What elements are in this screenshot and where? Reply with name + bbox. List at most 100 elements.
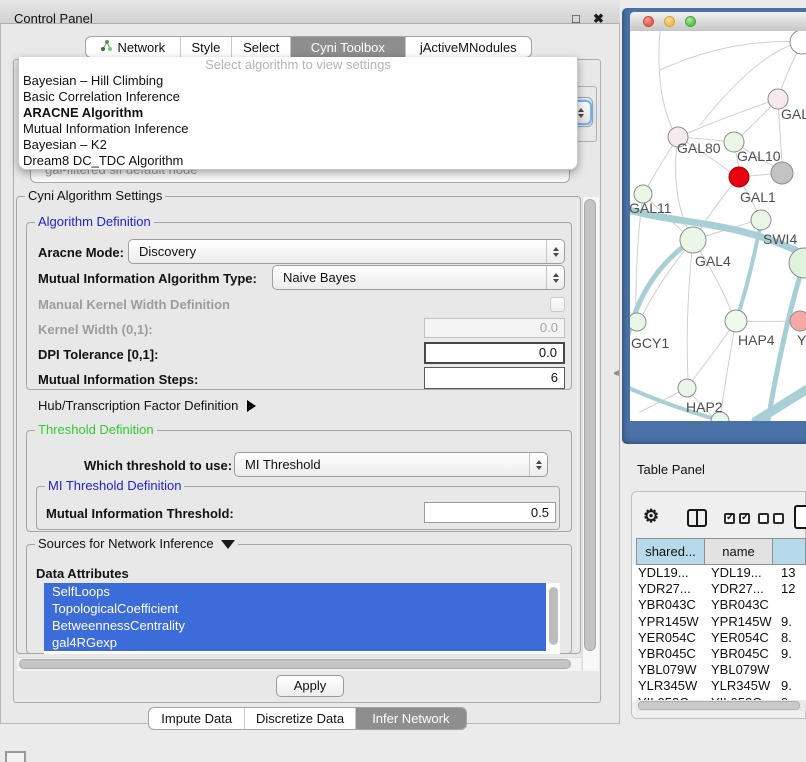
- tab-cyni-toolbox[interactable]: Cyni Toolbox: [291, 37, 405, 57]
- network-node-hap4[interactable]: [725, 310, 747, 332]
- table-row[interactable]: YBR043CYBR043C: [632, 597, 806, 613]
- table-row[interactable]: YDR27...YDR27...12: [632, 581, 806, 597]
- network-node-swi4[interactable]: [751, 210, 771, 230]
- network-node[interactable]: [789, 248, 806, 278]
- tab-discretize-data[interactable]: Discretize Data: [245, 708, 355, 729]
- dropdown-placeholder: Select algorithm to view settings: [19, 57, 577, 73]
- network-edge: [687, 240, 693, 379]
- network-window-titlebar[interactable]: [630, 12, 806, 31]
- column-header-name[interactable]: name: [704, 538, 773, 565]
- which-threshold-select[interactable]: MI Threshold: [234, 452, 548, 477]
- aracne-mode-label: Aracne Mode:: [38, 245, 124, 260]
- table-row[interactable]: YLR345WYLR345W9.: [632, 678, 806, 694]
- node-label: HAP4: [738, 332, 775, 348]
- aracne-mode-value: Discovery: [129, 244, 546, 259]
- network-edge: [642, 240, 693, 316]
- table-cell: YPR145W: [632, 614, 711, 630]
- deselect-all-icon[interactable]: [758, 513, 784, 524]
- settings-vertical-scrollbar-thumb[interactable]: [584, 199, 596, 651]
- table-row[interactable]: YBL079WYBL079W: [632, 662, 806, 678]
- column-header-third[interactable]: [772, 538, 806, 565]
- tab-impute-data[interactable]: Impute Data: [149, 708, 245, 729]
- table-row[interactable]: YPR145WYPR145W9.: [632, 614, 806, 630]
- zoom-window-icon[interactable]: [685, 16, 696, 27]
- network-edge: [688, 99, 778, 133]
- network-edge: [660, 42, 802, 70]
- list-scrollbar[interactable]: [546, 583, 560, 654]
- node-label: GCY1: [631, 335, 669, 351]
- checked-box-icon: [739, 513, 750, 524]
- table-cell: YBR045C: [711, 646, 781, 662]
- attribute-list-item[interactable]: gal4RGexp: [44, 634, 546, 651]
- attribute-list-item[interactable]: TopologicalCoefficient: [44, 600, 546, 617]
- attribute-list-item[interactable]: BetweennessCentrality: [44, 617, 546, 634]
- apply-button[interactable]: Apply: [276, 675, 344, 697]
- network-node-gal1[interactable]: [729, 167, 749, 187]
- table-row[interactable]: YDL19...YDL19...13: [632, 565, 806, 581]
- dpi-tolerance-input[interactable]: 0.0: [424, 342, 565, 364]
- tab-infer-network[interactable]: Infer Network: [356, 708, 466, 729]
- close-window-icon[interactable]: [643, 16, 654, 27]
- tab-network[interactable]: Network: [86, 37, 181, 57]
- mi-algorithm-type-select[interactable]: Naive Bayes: [272, 265, 565, 290]
- network-canvas[interactable]: GALGAL80GAL10GAL1GAL11SWI4GAL4GCY1HAP4YH…: [630, 31, 806, 421]
- attr-items: SelfLoopsTopologicalCoefficientBetweenne…: [44, 583, 560, 651]
- columns-view-icon[interactable]: [687, 509, 707, 527]
- mi-threshold-label: Mutual Information Threshold:: [46, 506, 234, 521]
- table-cell: YBL079W: [632, 662, 711, 678]
- manual-kernel-checkbox[interactable]: [550, 297, 565, 312]
- mi-steps-input[interactable]: 6: [424, 367, 565, 389]
- mi-steps-label: Mutual Information Steps:: [38, 372, 198, 387]
- minimized-panel-icon[interactable]: [5, 751, 26, 762]
- node-label: SWI4: [763, 231, 797, 247]
- close-panel-icon[interactable]: ✖: [593, 11, 604, 27]
- algorithm-option[interactable]: Bayesian – K2: [19, 137, 577, 153]
- sources-toggle[interactable]: Sources for Network Inference: [35, 537, 238, 551]
- algorithm-option[interactable]: Dream8 DC_TDC Algorithm: [19, 153, 577, 169]
- settings-horizontal-scrollbar-thumb[interactable]: [19, 659, 571, 669]
- gear-icon[interactable]: ⚙: [643, 506, 659, 527]
- float-window-icon[interactable]: □: [572, 11, 580, 26]
- hub-definition-toggle[interactable]: Hub/Transcription Factor Definition: [38, 398, 256, 413]
- table-row[interactable]: YBR045CYBR045C9.: [632, 646, 806, 662]
- table-cell: 8.: [781, 630, 806, 646]
- algorithm-dropdown-list: Bayesian – Hill ClimbingBasic Correlatio…: [19, 73, 577, 169]
- network-node[interactable]: [771, 162, 793, 184]
- mi-threshold-input[interactable]: 0.5: [424, 502, 556, 523]
- tab-select[interactable]: Select: [232, 37, 291, 57]
- tab-jactivemnodules[interactable]: jActiveMNodules: [406, 37, 531, 57]
- algorithm-option[interactable]: Mutual Information Inference: [19, 121, 577, 137]
- algorithm-option[interactable]: ARACNE Algorithm: [19, 105, 577, 121]
- list-scrollbar-thumb[interactable]: [549, 587, 558, 645]
- table-cell: YDR27...: [632, 581, 711, 597]
- table-row[interactable]: YER054CYER054C8.: [632, 630, 806, 646]
- screen: Control Panel □ ✖ Network Style Select C…: [0, 0, 806, 762]
- column-header-shared[interactable]: shared...: [636, 538, 705, 565]
- data-attributes-list: SelfLoopsTopologicalCoefficientBetweenne…: [44, 583, 560, 654]
- network-node-y[interactable]: [790, 311, 806, 331]
- tab-style[interactable]: Style: [181, 37, 233, 57]
- algorithm-option[interactable]: Basic Correlation Inference: [19, 89, 577, 105]
- table-cell: 9.: [781, 646, 806, 662]
- network-node[interactable]: [790, 31, 806, 54]
- which-threshold-label: Which threshold to use:: [84, 458, 232, 473]
- combo-arrows-icon: [546, 266, 564, 289]
- node-label: HAP2: [686, 399, 723, 415]
- network-node-hap2[interactable]: [678, 379, 696, 397]
- network-node-gcy1[interactable]: [630, 313, 646, 331]
- aracne-mode-select[interactable]: Discovery: [128, 239, 565, 264]
- select-all-icon[interactable]: [724, 513, 750, 524]
- table-function-icon[interactable]: [794, 505, 806, 529]
- kernel-width-label: Kernel Width (0,1):: [38, 322, 153, 337]
- mi-algorithm-type-value: Naive Bayes: [273, 270, 546, 285]
- network-node-gal4[interactable]: [680, 227, 706, 253]
- attribute-list-item[interactable]: SelfLoops: [44, 583, 546, 600]
- hub-definition-label: Hub/Transcription Factor Definition: [38, 398, 238, 413]
- table-cell: 9.: [781, 678, 806, 694]
- dpi-tolerance-label: DPI Tolerance [0,1]:: [38, 347, 158, 362]
- mi-algorithm-type-label: Mutual Information Algorithm Type:: [38, 271, 257, 286]
- minimize-window-icon[interactable]: [664, 16, 675, 27]
- table-horizontal-scrollbar-thumb[interactable]: [638, 701, 800, 710]
- algorithm-option[interactable]: Bayesian – Hill Climbing: [19, 73, 577, 89]
- table-cell: YBL079W: [711, 662, 781, 678]
